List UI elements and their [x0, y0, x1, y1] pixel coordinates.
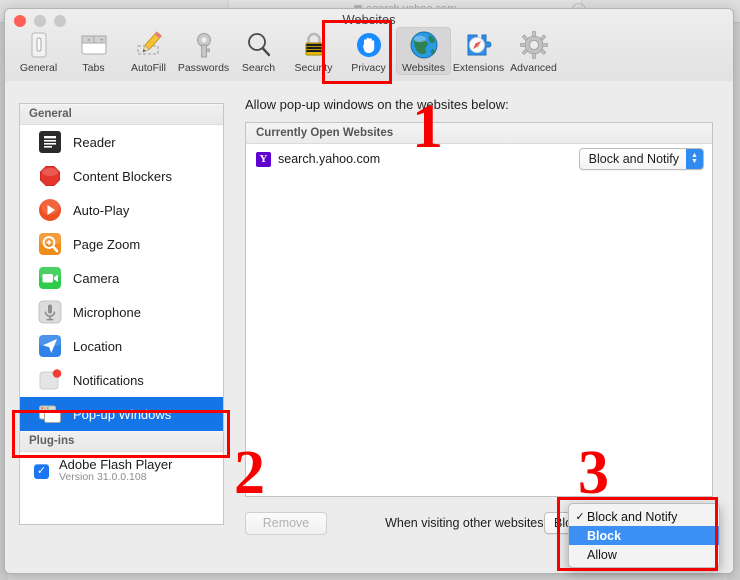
- toolbar-tab-autofill-label: AutoFill: [130, 62, 166, 74]
- toolbar-tab-search-label: Search: [241, 62, 276, 74]
- sidebar-item-notifications[interactable]: Notifications: [20, 363, 223, 397]
- flash-player-version: Version 31.0.0.108: [59, 471, 147, 484]
- advanced-icon: [519, 30, 549, 60]
- toolbar-tab-general[interactable]: General: [11, 27, 66, 75]
- websites-icon: [409, 30, 439, 60]
- sidebar-item-camera[interactable]: Camera: [20, 261, 223, 295]
- sidebar-item-page-zoom-label: Page Zoom: [73, 236, 141, 252]
- preferences-window: Websites General × + Tabs AutoFill Passw…: [4, 8, 734, 574]
- flash-player-checkbox[interactable]: ✓: [34, 463, 49, 479]
- location-icon: [38, 334, 62, 358]
- sidebar-item-location-label: Location: [73, 338, 123, 354]
- titlebar: Websites General × + Tabs AutoFill Passw…: [5, 9, 733, 82]
- general-icon: [26, 30, 52, 60]
- sidebar-item-popup-windows-label: Pop-up Windows: [73, 406, 172, 422]
- toolbar-tab-tabs-label: Tabs: [82, 62, 105, 74]
- toolbar-tab-autofill[interactable]: AutoFill: [121, 27, 176, 75]
- menu-item-allow-label: Allow: [587, 547, 617, 562]
- toolbar-tab-websites[interactable]: Websites: [396, 27, 451, 75]
- toolbar-tab-security-label: Security: [294, 62, 333, 74]
- toolbar-tab-general-label: General: [19, 62, 58, 74]
- sidebar-item-notifications-label: Notifications: [73, 372, 144, 388]
- privacy-icon: [355, 30, 383, 60]
- table-row[interactable]: Y search.yahoo.com Block and Notify ▲ ▼: [246, 144, 712, 174]
- autofill-icon: [133, 30, 165, 60]
- settings-sidebar: General Reader Content Blockers Auto-Pla…: [19, 103, 224, 525]
- camera-icon: [38, 266, 62, 290]
- content-blockers-icon: [38, 164, 62, 188]
- pane-description: Allow pop-up windows on the websites bel…: [245, 97, 509, 112]
- menu-item-block-label: Block: [587, 528, 622, 543]
- page-zoom-icon: [38, 232, 62, 256]
- popup-windows-icon: [38, 402, 62, 426]
- auto-play-icon: [38, 197, 62, 222]
- yahoo-favicon-icon: Y: [256, 151, 271, 167]
- toolbar-tab-passwords-label: Passwords: [177, 62, 230, 74]
- toolbar-tab-websites-label: Websites: [402, 62, 445, 74]
- sidebar-item-location[interactable]: Location: [20, 329, 223, 363]
- menu-item-allow[interactable]: Allow: [569, 545, 719, 564]
- sidebar-item-auto-play[interactable]: Auto-Play: [20, 193, 223, 227]
- sidebar-item-content-blockers[interactable]: Content Blockers: [20, 159, 223, 193]
- toolbar-tab-advanced[interactable]: Advanced: [506, 27, 561, 75]
- reader-icon: [38, 130, 62, 154]
- microphone-icon: [38, 300, 62, 324]
- menu-item-block[interactable]: Block: [569, 526, 719, 545]
- toolbar-tab-tabs[interactable]: × + Tabs: [66, 27, 121, 75]
- default-setting-dropdown-menu[interactable]: ✓ Block and Notify Block Allow: [568, 503, 720, 568]
- sidebar-item-adobe-flash-player[interactable]: ✓ Adobe Flash Player Version 31.0.0.108: [20, 452, 223, 490]
- popup-windows-pane: Allow pop-up windows on the websites bel…: [235, 89, 719, 563]
- preferences-content: General Reader Content Blockers Auto-Pla…: [5, 81, 733, 573]
- sidebar-item-reader-label: Reader: [73, 134, 116, 150]
- toolbar-tab-extensions-label: Extensions: [452, 62, 505, 74]
- menu-item-block-and-notify[interactable]: ✓ Block and Notify: [569, 507, 719, 526]
- menu-item-block-and-notify-label: Block and Notify: [587, 509, 678, 524]
- flash-player-text: Adobe Flash Player Version 31.0.0.108: [59, 456, 173, 484]
- svg-text:×: ×: [87, 38, 91, 44]
- flash-player-name: Adobe Flash Player: [59, 456, 173, 472]
- passwords-icon: [191, 30, 217, 60]
- sidebar-item-reader[interactable]: Reader: [20, 125, 223, 159]
- security-icon: [301, 30, 327, 60]
- toolbar-tab-security[interactable]: Security: [286, 27, 341, 75]
- sidebar-item-microphone[interactable]: Microphone: [20, 295, 223, 329]
- chevron-updown-icon: ▲ ▼: [686, 149, 703, 169]
- when-visiting-label: When visiting other websites:: [385, 516, 547, 530]
- row-setting-dropdown[interactable]: Block and Notify ▲ ▼: [578, 148, 704, 170]
- sidebar-item-microphone-label: Microphone: [73, 304, 141, 320]
- search-icon: [245, 30, 273, 60]
- svg-text:+: +: [100, 38, 104, 44]
- toolbar-tab-passwords[interactable]: Passwords: [176, 27, 231, 75]
- tabs-icon: × +: [79, 30, 109, 60]
- websites-list: Currently Open Websites Y search.yahoo.c…: [245, 122, 713, 497]
- toolbar-tab-search[interactable]: Search: [231, 27, 286, 75]
- sidebar-item-content-blockers-label: Content Blockers: [73, 168, 172, 184]
- website-name: search.yahoo.com: [278, 152, 381, 166]
- preferences-toolbar: General × + Tabs AutoFill Passwords Sear…: [5, 27, 733, 81]
- window-title: Websites: [342, 12, 396, 27]
- toolbar-tab-privacy[interactable]: Privacy: [341, 27, 396, 75]
- toolbar-tab-extensions[interactable]: Extensions: [451, 27, 506, 75]
- toolbar-tab-advanced-label: Advanced: [510, 62, 557, 74]
- sidebar-item-auto-play-label: Auto-Play: [73, 202, 130, 218]
- row-setting-value: Block and Notify: [588, 152, 679, 166]
- remove-button[interactable]: Remove: [245, 511, 327, 535]
- sidebar-item-camera-label: Camera: [73, 270, 120, 286]
- notifications-icon: [38, 368, 62, 392]
- sidebar-group-plugins: Plug-ins: [20, 431, 223, 452]
- check-icon: ✓: [575, 511, 585, 523]
- sidebar-group-general: General: [20, 104, 223, 125]
- extensions-icon: [464, 30, 494, 60]
- sidebar-item-page-zoom[interactable]: Page Zoom: [20, 227, 223, 261]
- websites-list-header: Currently Open Websites: [246, 123, 712, 144]
- sidebar-item-popup-windows[interactable]: Pop-up Windows: [20, 397, 223, 431]
- toolbar-tab-privacy-label: Privacy: [351, 62, 386, 74]
